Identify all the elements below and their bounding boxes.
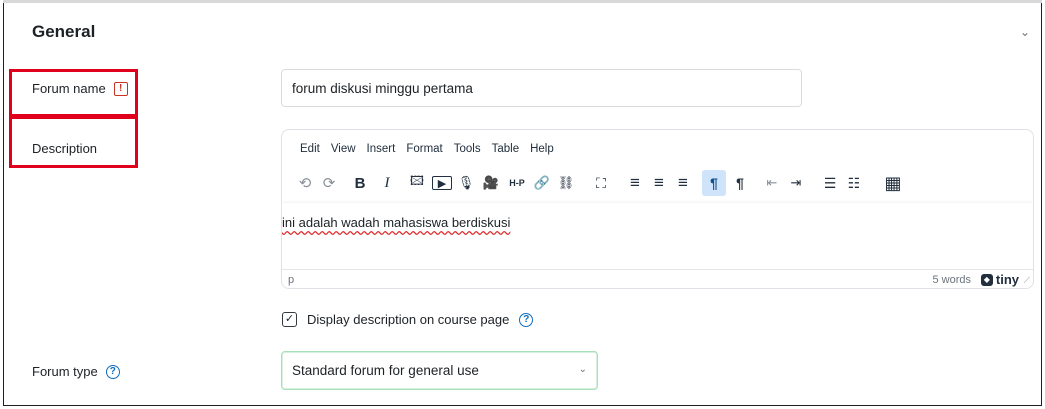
menu-help[interactable]: Help	[530, 143, 554, 155]
indent-icon[interactable]: ⇥	[786, 170, 806, 196]
media-icon[interactable]: ▶	[432, 176, 452, 190]
undo-icon[interactable]: ⟲	[296, 170, 314, 196]
microphone-icon[interactable]: 🎙	[456, 170, 476, 196]
rtl-icon[interactable]: ¶	[730, 170, 750, 196]
highlight-box-description	[9, 116, 138, 168]
ltr-icon[interactable]: ¶	[702, 170, 726, 196]
chevron-down-icon[interactable]: ⌄	[1020, 24, 1030, 40]
redo-icon[interactable]: ⟳	[320, 170, 338, 196]
editor-toolbar: ⟲ ⟳ B I 🖾 ▶ 🎙 🎥 H-P 🔗 ⛓ ⛶ ≡ ≡ ≡ ¶ ¶ ⇤ ⇥ …	[296, 170, 1016, 196]
display-description-checkbox[interactable]: ✓	[282, 312, 297, 327]
forum-type-label: Forum type	[32, 364, 98, 379]
description-editor[interactable]: Edit View Insert Format Tools Table Help…	[281, 129, 1034, 289]
calculator-icon[interactable]: ▦	[882, 170, 904, 196]
editor-content: ini adalah wadah mahasiswa berdiskusi	[282, 215, 511, 230]
outdent-icon[interactable]: ⇤	[762, 170, 782, 196]
bold-button[interactable]: B	[350, 170, 370, 196]
align-center-icon[interactable]: ≡	[649, 170, 669, 196]
help-icon[interactable]: ?	[105, 364, 120, 379]
unlink-icon[interactable]: ⛓	[556, 170, 576, 196]
menu-tools[interactable]: Tools	[454, 143, 481, 155]
menu-format[interactable]: Format	[406, 143, 442, 155]
tiny-logo[interactable]: ◆ tiny	[980, 272, 1019, 287]
display-description-row: ✓ Display description on course page ?	[282, 312, 534, 327]
link-icon[interactable]: 🔗	[532, 170, 552, 196]
forum-type-label-row: Forum type ?	[32, 364, 120, 379]
section-title: General	[32, 22, 96, 41]
tiny-logo-text: tiny	[995, 272, 1019, 287]
align-right-icon[interactable]: ≡	[673, 170, 693, 196]
menu-view[interactable]: View	[331, 143, 356, 155]
forum-type-select[interactable]: Standard forum for general use ⌄	[281, 351, 598, 390]
menu-table[interactable]: Table	[492, 143, 520, 155]
editor-menubar: Edit View Insert Format Tools Table Help	[300, 143, 565, 155]
menu-edit[interactable]: Edit	[300, 143, 320, 155]
align-left-icon[interactable]: ≡	[625, 170, 645, 196]
display-description-label[interactable]: Display description on course page	[307, 312, 509, 327]
image-icon[interactable]: 🖾	[406, 170, 428, 196]
highlight-box-forum-name	[9, 69, 138, 117]
forum-name-input[interactable]: forum diskusi minggu pertama	[281, 69, 802, 107]
editor-statusbar: p 5 words ◆ tiny ⟋	[282, 269, 1033, 288]
help-icon[interactable]: ?	[519, 312, 534, 327]
forum-type-selected: Standard forum for general use	[292, 363, 479, 378]
tiny-logo-icon: ◆	[980, 273, 993, 286]
bullet-list-icon[interactable]: ☰	[820, 170, 840, 196]
video-icon[interactable]: 🎥	[480, 170, 502, 196]
resize-handle-icon[interactable]: ⟋	[1024, 275, 1030, 286]
numbered-list-icon[interactable]: ☷	[844, 170, 864, 196]
h5p-icon[interactable]: H-P	[506, 170, 528, 196]
menu-insert[interactable]: Insert	[367, 143, 396, 155]
fullscreen-icon[interactable]: ⛶	[591, 170, 611, 196]
italic-button[interactable]: I	[378, 170, 396, 196]
word-count[interactable]: 5 words	[932, 274, 971, 286]
element-path[interactable]: p	[288, 274, 294, 286]
chevron-down-icon: ⌄	[578, 364, 587, 375]
editor-content-area[interactable]: ini adalah wadah mahasiswa berdiskusi	[282, 203, 1033, 269]
